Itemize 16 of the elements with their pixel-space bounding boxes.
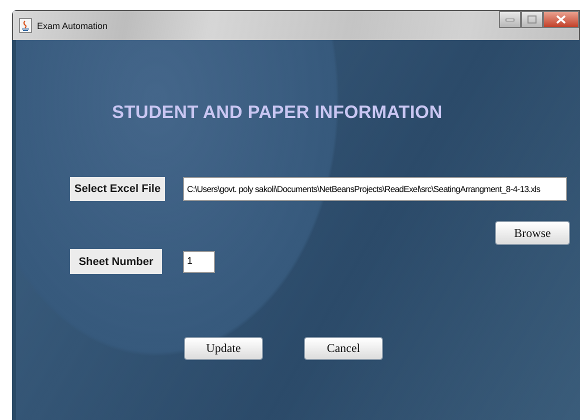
maximize-button[interactable] <box>521 11 543 28</box>
sheet-number-field[interactable]: 1 <box>183 250 215 272</box>
field-label: Select Excel File <box>70 177 165 201</box>
minimize-icon <box>505 18 515 22</box>
field-label: Sheet Number <box>70 249 162 274</box>
cancel-button[interactable]: Cancel <box>304 337 383 360</box>
window-title: Exam Automation <box>37 20 108 30</box>
close-icon <box>556 15 566 24</box>
form-heading: STUDENT AND PAPER INFORMATION <box>112 102 444 123</box>
minimize-button[interactable] <box>499 11 521 28</box>
cup-icon <box>19 18 32 33</box>
maximize-icon <box>527 15 537 24</box>
update-button[interactable]: Update <box>184 337 263 360</box>
browse-button[interactable]: Browse <box>495 221 570 245</box>
file-path-field[interactable]: C:\Users\govt. poly sakoli\Documents\NetBeansProjects\ReadExel\src\SeatingArrangment_8-4-13.xls <box>183 177 567 201</box>
close-button[interactable] <box>543 11 579 28</box>
